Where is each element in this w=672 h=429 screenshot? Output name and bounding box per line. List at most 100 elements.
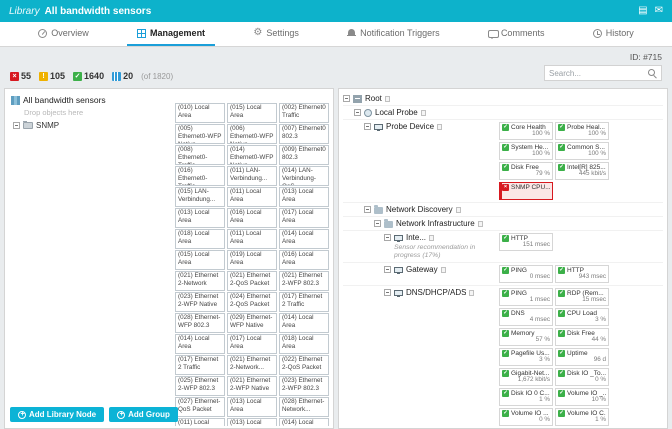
node-name[interactable]: Root (365, 94, 382, 103)
tree-node[interactable]: Network Discovery (343, 203, 663, 217)
add-library-node-button[interactable]: Add Library Node (10, 407, 105, 422)
tree-node[interactable]: Local Probe (343, 106, 663, 120)
tree-node[interactable]: Root (343, 92, 663, 106)
sensor-chip[interactable]: Common S... 100 % (555, 142, 609, 160)
library-node-snmp[interactable]: SNMP (13, 121, 171, 130)
library-sensor-item[interactable]: (013) Local Area (279, 187, 329, 207)
sensor-chip[interactable]: System He... 100 % (499, 142, 553, 160)
library-sensor-item[interactable]: (025) Ethernet 2-WFP 802.3 (175, 376, 225, 396)
library-sensor-item[interactable]: (008) Ethernet0-Traffic (175, 145, 225, 165)
sensor-chip[interactable]: Core Health 100 % (499, 122, 553, 140)
library-sensor-item[interactable]: (018) Local Area (175, 229, 225, 249)
sensor-count[interactable]: 105 (39, 71, 65, 81)
tab[interactable]: History (583, 22, 644, 46)
library-sensor-item[interactable]: (019) Local Area (227, 250, 277, 270)
tab[interactable]: Comments (478, 22, 555, 46)
sensor-chip[interactable]: Intel[R] 825... 445 kbit/s (555, 162, 609, 180)
library-sensor-item[interactable]: (007) Ethernet0 802.3 (279, 124, 329, 144)
node-name[interactable]: DNS/DHCP/ADS (406, 288, 466, 297)
tree-node[interactable]: DNS/DHCP/ADS PING 1 msec (343, 286, 663, 428)
tab[interactable]: Overview (28, 22, 99, 46)
sensor-count[interactable]: 20 (112, 71, 133, 81)
library-sensor-item[interactable]: (015) LAN-Verbindung... (175, 187, 225, 207)
library-sensor-item[interactable]: (005) Ethernet0-WFP Native (175, 124, 225, 144)
collapse-icon[interactable] (343, 95, 350, 102)
sensor-chip[interactable]: Disk Free 79 % (499, 162, 553, 180)
library-sensor-item[interactable]: (022) Ethernet 2-QoS Packet (279, 355, 329, 375)
sensor-chip[interactable]: Memory 57 % (499, 328, 553, 347)
library-sensor-item[interactable]: (013) Local Area (175, 208, 225, 228)
library-root-row[interactable]: All bandwidth sensors (11, 95, 171, 105)
node-name[interactable]: Network Discovery (386, 205, 453, 214)
library-sensor-item[interactable]: (013) Local Area (227, 418, 277, 426)
library-sensor-item[interactable]: (011) LAN-Verbindung... (227, 166, 277, 186)
collapse-icon[interactable] (364, 123, 371, 130)
sensor-chip[interactable]: Disk IO 0 C... 1 % (499, 388, 553, 407)
mail-icon[interactable]: ✉ (655, 0, 663, 22)
library-sensor-item[interactable]: (006) Ethernet0-WFP Native (227, 124, 277, 144)
library-sensor-item[interactable]: (024) Ethernet 2-QoS Packet (227, 292, 277, 312)
search-input[interactable] (549, 68, 645, 78)
tree-node[interactable]: Probe Device Core Health 100 % (343, 120, 663, 203)
library-sensor-item[interactable]: (013) Local Area (227, 397, 277, 417)
sensor-chip[interactable]: Disk IO _To... 0 % (555, 368, 609, 387)
collapse-icon[interactable] (364, 206, 371, 213)
library-sensor-item[interactable]: (028) Ethernet-WFP 802.3 (175, 313, 225, 333)
library-sensor-item[interactable]: (018) Local Area (279, 334, 329, 354)
library-sensor-item[interactable]: (011) Local Area (175, 418, 225, 426)
add-group-button[interactable]: Add Group (109, 407, 178, 422)
node-name[interactable]: Probe Device (386, 122, 434, 131)
library-sensor-item[interactable]: (011) Local Area (227, 229, 277, 249)
library-sensor-item[interactable]: (014) Ethernet0-WFP Native (227, 145, 277, 165)
library-sensor-item[interactable]: (009) Ethernet0 802.3 (279, 145, 329, 165)
library-sensor-item[interactable]: (015) Local Area (227, 103, 277, 123)
sensor-chip[interactable]: Volume IO ... 0 % (499, 408, 553, 427)
sensor-chip[interactable]: Probe Heal... 100 % (555, 122, 609, 140)
sensor-chip[interactable]: DNS 4 msec (499, 308, 553, 327)
sensor-count[interactable]: 1640 (73, 71, 104, 81)
sensor-chip[interactable]: RDP (Rem... 15 msec (555, 288, 609, 307)
sensor-chip[interactable]: Volume IO C... 1 % (555, 408, 609, 427)
sensor-chip[interactable]: PING 1 msec (499, 288, 553, 307)
collapse-icon[interactable] (374, 220, 381, 227)
library-sensor-item[interactable]: (021) Ethernet 2-QoS Packet (227, 271, 277, 291)
library-sensor-item[interactable]: (029) Ethernet-WFP Native (227, 313, 277, 333)
library-sensor-item[interactable]: (017) Local Area (227, 334, 277, 354)
library-sensor-item[interactable]: (002) Ethernet0 Traffic (279, 103, 329, 123)
sensor-chip[interactable]: CPU Load 3 % (555, 308, 609, 327)
sensor-chip[interactable]: Volume IO _... 10 % (555, 388, 609, 407)
collapse-icon[interactable] (384, 266, 391, 274)
tab[interactable]: Management (127, 22, 216, 46)
library-sensor-item[interactable]: (021) Ethernet 2-WFP Native (227, 376, 277, 396)
library-sensor-item[interactable]: (014) LAN-Verbindung-QoS (279, 166, 329, 186)
library-sensor-item[interactable]: (023) Ethernet 2-WFP Native (175, 292, 225, 312)
collapse-icon[interactable] (354, 109, 361, 116)
sensor-chip[interactable]: HTTP 151 msec (499, 233, 553, 251)
library-sensor-item[interactable]: (021) Ethernet 2-WFP 802.3 (279, 271, 329, 291)
library-sensor-item[interactable]: (017) Ethernet 2 Traffic (279, 292, 329, 312)
collapse-icon[interactable] (384, 289, 391, 297)
library-sensor-item[interactable]: (014) Local Area (279, 229, 329, 249)
search-box[interactable] (544, 65, 662, 81)
library-sensor-item[interactable]: (015) Local Area (175, 250, 225, 270)
library-sensor-item[interactable]: (017) Ethernet 2 Traffic (175, 355, 225, 375)
tab[interactable]: Notification Triggers (337, 22, 450, 46)
library-sensor-item[interactable]: (014) Local Area (279, 313, 329, 333)
apps-icon[interactable]: ▤ (638, 0, 647, 22)
library-sensor-item[interactable]: (016) Local Area (227, 208, 277, 228)
sensor-chip[interactable]: Disk Free 44 % (555, 328, 609, 347)
collapse-icon[interactable] (13, 122, 20, 129)
sensor-chip[interactable]: Uptime 96 d (555, 348, 609, 367)
tab[interactable]: Settings (243, 22, 309, 46)
library-sensor-item[interactable]: (023) Ethernet 2-WFP 802.3 (279, 376, 329, 396)
library-sensor-item[interactable]: (010) Local Area (175, 103, 225, 123)
sensor-chip[interactable]: PING 0 msec (499, 265, 553, 284)
sensor-chip[interactable]: Gigabit-Net... 1,672 kbit/s (499, 368, 553, 387)
library-sensor-item[interactable]: (014) Local Area (175, 334, 225, 354)
search-icon[interactable] (648, 68, 657, 78)
library-sensor-item[interactable]: (016) Ethernet0-Traffic (175, 166, 225, 186)
library-sensor-item[interactable]: (014) Local Area (279, 418, 329, 426)
collapse-icon[interactable] (384, 234, 391, 241)
library-sensor-item[interactable]: (021) Ethernet 2-Network... (227, 355, 277, 375)
sensor-chip[interactable]: HTTP 943 msec (555, 265, 609, 284)
